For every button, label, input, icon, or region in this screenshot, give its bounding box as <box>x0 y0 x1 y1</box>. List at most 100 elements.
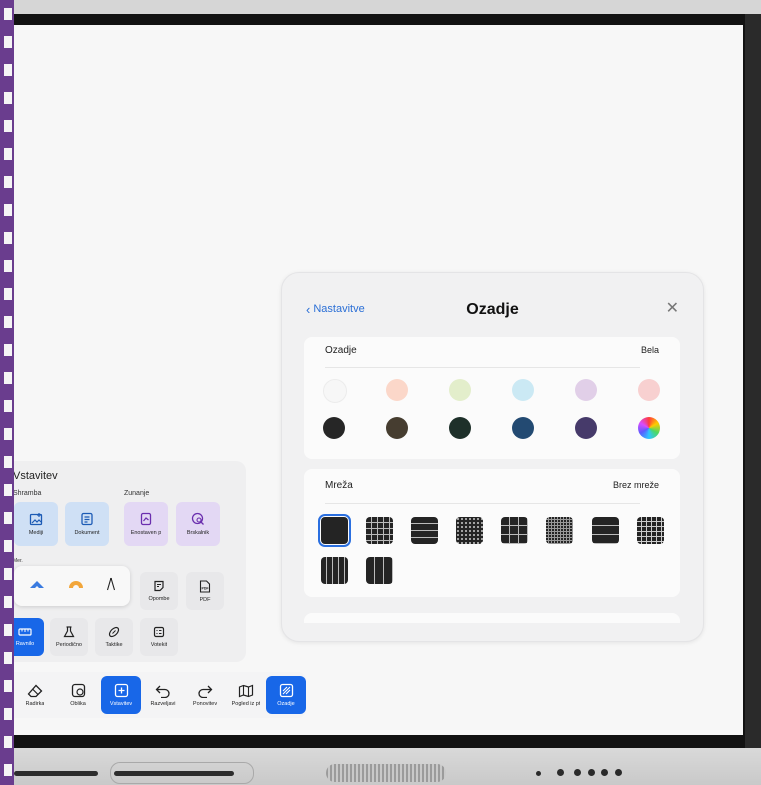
frame-dash <box>4 204 12 216</box>
color-swatch[interactable] <box>386 379 408 401</box>
simple-board-tile[interactable]: Enostaven p <box>124 502 168 546</box>
eraser-icon <box>27 684 43 697</box>
view-button[interactable]: Pogled iz pt <box>226 676 266 714</box>
frame-dash <box>4 736 12 748</box>
stylus-pen[interactable] <box>14 771 98 776</box>
hardware-button[interactable] <box>557 769 564 776</box>
shape-icon <box>71 683 85 698</box>
insert-label: Vstavitev <box>109 701 133 707</box>
compass-icon[interactable] <box>106 577 116 591</box>
tactics-label: Taktike <box>105 642 123 648</box>
pdf-tile[interactable]: PDF PDF <box>186 572 224 610</box>
grid-current-value: Brez mreže <box>612 480 659 490</box>
eraser-button[interactable]: Radirka <box>15 676 55 714</box>
close-icon[interactable]: ✕ <box>666 301 679 317</box>
background-color-card: Ozadje Bela <box>304 337 680 459</box>
hardware-indicator <box>536 771 541 776</box>
simple-board-label: Enostaven p <box>130 530 162 536</box>
browser-tile[interactable]: Brskalnik <box>176 502 220 546</box>
tactics-tile[interactable]: Taktike <box>95 618 133 656</box>
undo-label: Razveljavi <box>150 700 176 707</box>
frame-dash <box>4 176 12 188</box>
grid-pattern-option[interactable] <box>366 557 393 584</box>
notes-label: Opombe <box>148 596 170 602</box>
grid-pattern-option[interactable] <box>366 517 393 544</box>
frame-dash <box>4 120 12 132</box>
color-swatch[interactable] <box>638 417 660 439</box>
panel-title: Ozadje <box>466 301 519 318</box>
frame-dash <box>4 92 12 104</box>
hardware-button[interactable] <box>574 769 581 776</box>
grid-pattern-option[interactable] <box>637 517 664 544</box>
background-pattern-icon <box>279 683 293 698</box>
frame-dash <box>4 652 12 664</box>
undo-icon <box>155 685 170 698</box>
voting-tile[interactable]: Votekit <box>140 618 178 656</box>
color-swatch[interactable] <box>386 417 408 439</box>
color-swatch[interactable] <box>575 379 597 401</box>
grid-card: Mreža Brez mreže <box>304 469 680 597</box>
hardware-button[interactable] <box>588 769 595 776</box>
frame-dash <box>4 680 12 692</box>
protractor-icon[interactable] <box>68 579 84 589</box>
insert-panel-title: Vstavitev <box>13 470 58 482</box>
stylus-pen[interactable] <box>114 771 234 776</box>
frame-dash <box>4 540 12 552</box>
frame-dash <box>4 512 12 524</box>
grid-pattern-option[interactable] <box>546 517 573 544</box>
notes-tile[interactable]: Opombe <box>140 572 178 610</box>
hardware-button[interactable] <box>615 769 622 776</box>
color-swatch[interactable] <box>512 417 534 439</box>
media-label: Mediji <box>28 530 44 536</box>
document-tile[interactable]: Dokument <box>65 502 109 546</box>
media-tile[interactable]: Mediji <box>14 502 58 546</box>
redo-icon <box>198 685 213 698</box>
color-swatch[interactable] <box>638 379 660 401</box>
document-label: Dokument <box>74 530 100 536</box>
redo-button[interactable]: Ponovitev <box>185 676 225 714</box>
triangle-ruler-icon[interactable] <box>29 579 45 589</box>
color-swatch[interactable] <box>575 417 597 439</box>
frame-dash <box>4 148 12 160</box>
frame-dash <box>4 596 12 608</box>
shape-label: Oblika <box>70 701 86 707</box>
shape-button[interactable]: Oblika <box>58 676 98 714</box>
insert-button[interactable]: Vstavitev <box>101 676 141 714</box>
measure-tools-popup <box>14 566 130 606</box>
grid-pattern-option[interactable] <box>318 514 351 547</box>
bottom-toolbar: Radirka Oblika Vstavitev Razveljavi Pono… <box>0 672 306 718</box>
top-strip <box>0 0 761 14</box>
pdf-label: PDF <box>199 596 211 603</box>
frame-dash <box>4 260 12 272</box>
divider <box>325 503 640 504</box>
grid-pattern-option[interactable] <box>321 557 348 584</box>
color-swatch[interactable] <box>449 379 471 401</box>
periodic-label: Periodično <box>56 642 82 648</box>
background-button[interactable]: Ozadje <box>266 676 306 714</box>
frame-dash <box>4 288 12 300</box>
frame-dash <box>4 8 12 20</box>
ruler-icon <box>18 628 32 636</box>
football-icon <box>108 626 120 638</box>
color-swatch[interactable] <box>323 379 347 403</box>
periodic-tile[interactable]: Periodično <box>50 618 88 656</box>
pdf-glyph: PDF <box>202 586 210 590</box>
grid-pattern-option[interactable] <box>411 517 438 544</box>
grid-pattern-option[interactable] <box>501 517 528 544</box>
redo-label: Ponovitev <box>192 700 218 707</box>
display-bezel-right <box>745 14 761 748</box>
color-swatch[interactable] <box>512 379 534 401</box>
hardware-button[interactable] <box>601 769 608 776</box>
undo-button[interactable]: Razveljavi <box>143 676 183 714</box>
browser-label: Brskalnik <box>186 530 210 536</box>
whiteboard-canvas[interactable]: ‹ Nastavitve Ozadje ✕ Ozadje Bela Mreža … <box>0 25 743 735</box>
note-icon <box>154 580 164 592</box>
grid-pattern-option[interactable] <box>592 517 619 544</box>
color-swatch[interactable] <box>323 417 345 439</box>
frame-dash <box>4 36 12 48</box>
browser-search-icon <box>191 512 204 525</box>
color-swatch[interactable] <box>449 417 471 439</box>
pdf-icon: PDF <box>199 579 211 593</box>
purple-frame-edge <box>0 0 14 785</box>
grid-pattern-option[interactable] <box>456 517 483 544</box>
